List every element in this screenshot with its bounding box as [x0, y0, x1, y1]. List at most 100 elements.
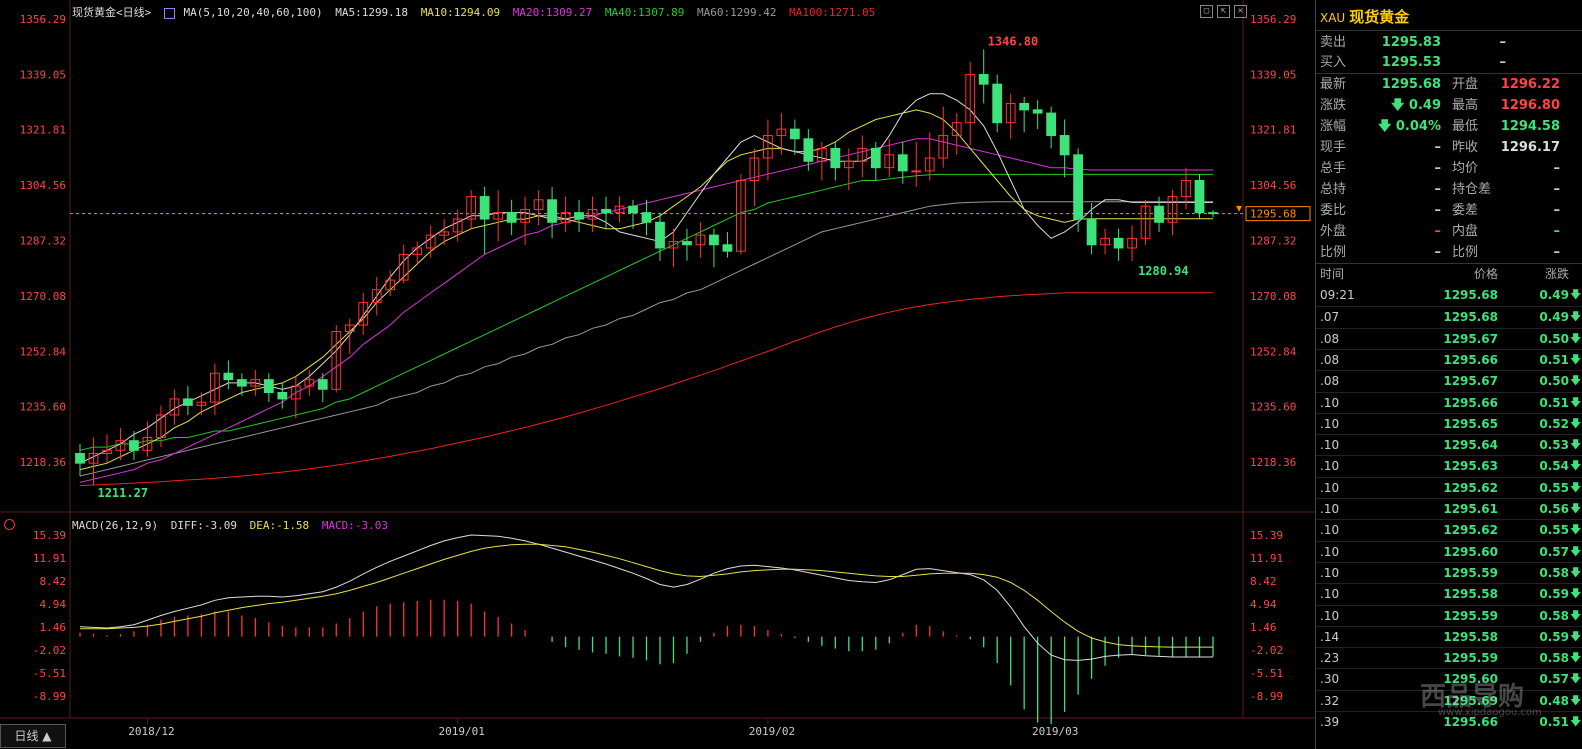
quote-value: –: [1434, 245, 1442, 260]
watermark-url: www.xipdaogou.com: [1438, 707, 1542, 718]
quote-value: –: [1553, 161, 1561, 176]
candle-body: [1032, 109, 1043, 114]
tick-change: 0.52: [1539, 416, 1569, 431]
tick-time: .08: [1320, 352, 1340, 367]
macd-axis-label-left: 11.91: [33, 552, 66, 565]
tick-row: .10 1295.63 0.54 🡇: [1316, 455, 1582, 476]
tick-price: 1295.61: [1443, 502, 1498, 516]
chart-area[interactable]: 1356.29 1356.29 1339.05 1339.05 1321.81 1321.…: [0, 0, 1315, 749]
candle-body: [547, 199, 557, 223]
down-arrow-icon: 🡇: [1570, 395, 1582, 409]
tick-time: .10: [1320, 395, 1340, 410]
quote-name: 现货黄金: [1349, 8, 1410, 26]
down-arrow-icon: 🡇: [1570, 715, 1582, 728]
quote-title: XAU 现货黄金: [1320, 6, 1409, 27]
tick-time: .10: [1320, 565, 1340, 580]
down-arrow-icon: 🡇: [1570, 608, 1582, 622]
tick-row: .08 1295.67 0.50 🡇: [1316, 327, 1582, 349]
tick-time: .08: [1320, 374, 1340, 389]
candle-body: [236, 379, 247, 387]
tick-time: .14: [1320, 629, 1340, 644]
macd-diff: DIFF:-3.09: [170, 519, 237, 532]
date-label: 2019/02: [749, 725, 795, 738]
price-axis-label-left: 1304.56: [20, 179, 66, 192]
buy-row: 买入 1295.53 –: [1316, 52, 1582, 73]
tick-price: 1295.60: [1443, 544, 1498, 559]
down-arrow-icon: 🡇: [1570, 629, 1582, 643]
date-label: 2018/12: [128, 725, 174, 738]
last-price-tag-text: 1295.68: [1250, 208, 1296, 221]
buy-label: 买入: [1320, 55, 1347, 70]
window-restore-icon[interactable]: ▢: [1200, 5, 1213, 18]
legend-title: 现货黄金<日线>: [72, 6, 152, 19]
down-arrow-icon: 🡇: [1570, 480, 1582, 494]
quote-value: 1295.68: [1381, 77, 1441, 92]
candle-body: [992, 83, 1003, 124]
macd-axis-label-left: 8.42: [40, 575, 67, 588]
tick-price: 1295.66: [1443, 352, 1498, 367]
candle-body: [897, 154, 908, 172]
quote-label: 比例: [1320, 245, 1347, 260]
candle-body: [641, 212, 652, 223]
tick-change: 0.57: [1539, 544, 1569, 559]
kline-chart[interactable]: 1356.29 1356.29 1339.05 1339.05 1321.81 1321.…: [0, 0, 1315, 749]
tick-time: .10: [1320, 480, 1340, 495]
quote-value: –: [1553, 224, 1561, 239]
quote-label: 开盘: [1452, 77, 1479, 92]
quote-label: 总持: [1320, 182, 1347, 197]
tick-time: .10: [1320, 608, 1340, 623]
quote-row: 外盘 – 内盘 –: [1316, 221, 1582, 242]
price-axis-label-left: 1235.60: [20, 401, 66, 414]
down-arrow-icon: 🡇: [1570, 672, 1582, 686]
ma-line-ma60: [79, 201, 1213, 477]
price-axis-label-left: 1356.29: [20, 13, 66, 26]
quote-value: 1296.80: [1500, 98, 1560, 113]
candle-body: [183, 398, 193, 406]
quote-value: –: [1553, 182, 1561, 197]
ma-line-ma20: [79, 138, 1213, 483]
quote-value: 1296.22: [1500, 77, 1560, 92]
legend-ma5: MA5:1299.18: [335, 6, 409, 19]
period-button[interactable]: 日线 ▲: [0, 724, 66, 748]
candle-body: [978, 74, 989, 85]
window-popout-icon[interactable]: ⇱: [1217, 5, 1230, 18]
indicator-settings-icon[interactable]: [4, 519, 15, 530]
macd-axis-label-right: -8.99: [1250, 690, 1283, 703]
ticks-header-price: 价格: [1473, 267, 1498, 281]
macd-axis-label-left: 1.46: [40, 621, 67, 634]
tick-price: 1295.59: [1443, 651, 1498, 666]
quote-label: 涨幅: [1320, 119, 1347, 134]
tick-time: .10: [1320, 544, 1340, 559]
down-arrow-icon: 🡇: [1570, 651, 1582, 665]
window-close-icon[interactable]: ✕: [1234, 5, 1247, 18]
price-axis-label-right: 1356.29: [1250, 13, 1296, 26]
price-axis-label-left: 1252.84: [20, 345, 67, 358]
tick-row: .10 1295.66 0.51 🡇: [1316, 391, 1582, 413]
candle-body: [722, 244, 733, 252]
macd-axis-label-right: 11.91: [1250, 552, 1283, 565]
tick-change: 0.53: [1539, 438, 1569, 453]
macd-axis-label-right: 1.46: [1250, 621, 1277, 634]
last-price-marker-icon: ▼: [1236, 204, 1242, 215]
tick-price: 1295.58: [1443, 629, 1498, 644]
tick-price: 1295.67: [1443, 374, 1498, 389]
quote-row: 委比 – 委差 –: [1316, 200, 1582, 221]
tick-row: .10 1295.62 0.55 🡇: [1316, 519, 1582, 540]
quote-label: 内盘: [1452, 224, 1479, 239]
price-axis-label-right: 1339.05: [1250, 68, 1296, 81]
down-arrow-icon: 🡇: [1570, 331, 1582, 345]
quote-value: –: [1553, 245, 1561, 260]
quote-row: 最新 1295.68 开盘 1296.22: [1316, 74, 1582, 95]
down-arrow-icon: 🡇: [1570, 502, 1582, 515]
sell-volume: –: [1499, 35, 1507, 50]
ma-line-ma10: [79, 109, 1213, 471]
candle-body: [75, 453, 85, 464]
tick-time: 09:21: [1320, 288, 1355, 302]
candle-body: [1086, 218, 1097, 246]
candle-body: [803, 138, 814, 162]
price-axis-label-left: 1287.32: [20, 235, 66, 248]
down-arrow-icon: 🡇: [1570, 565, 1582, 579]
tick-change: 0.59: [1539, 629, 1569, 644]
high-annotation: 1346.80: [988, 34, 1039, 48]
down-arrow-icon: 🡇: [1570, 459, 1582, 473]
